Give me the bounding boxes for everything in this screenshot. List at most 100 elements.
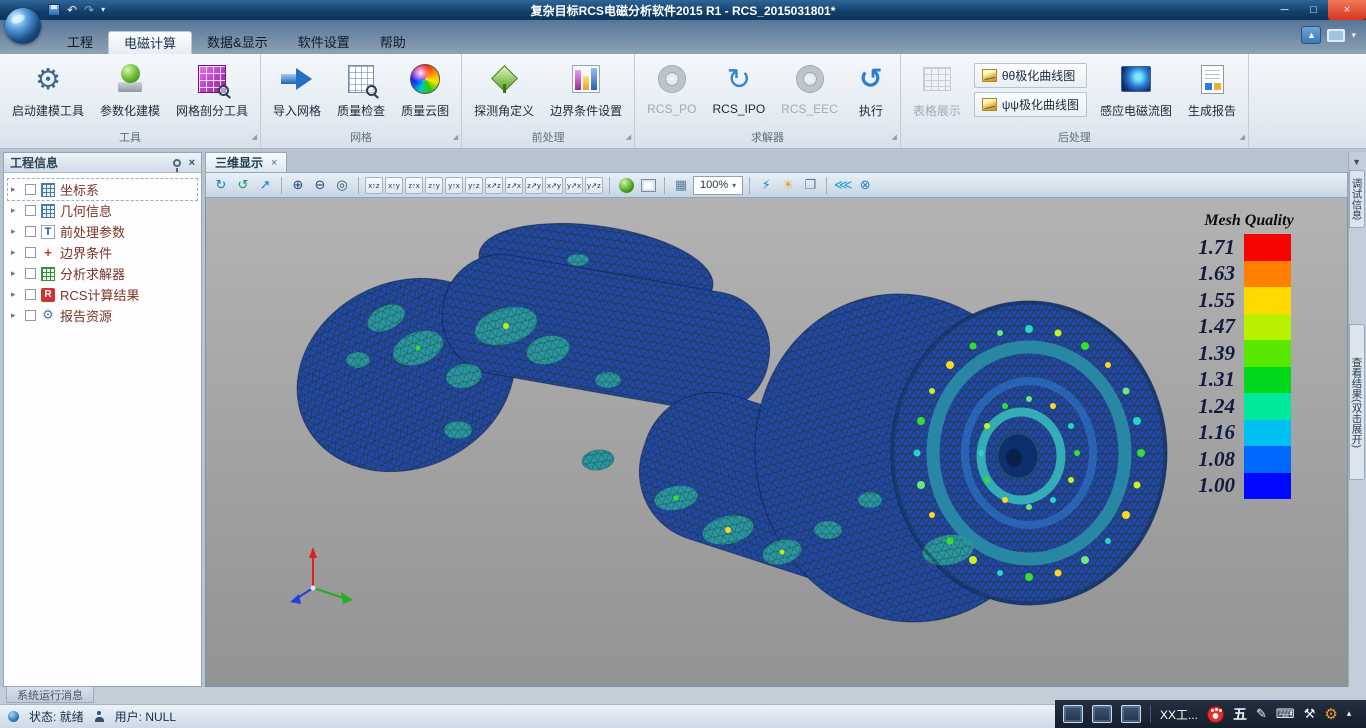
view-orientation-button[interactable]: x↗y bbox=[545, 177, 563, 194]
checkbox[interactable] bbox=[25, 289, 36, 300]
app-logo-icon[interactable] bbox=[5, 8, 41, 44]
view-orientation-button[interactable]: y↗z bbox=[585, 177, 603, 194]
rcs-ipo-button[interactable]: ↻ RCS_IPO bbox=[705, 57, 772, 116]
ime-paw-icon[interactable] bbox=[1207, 706, 1224, 723]
rcs-eec-button[interactable]: RCS_EEC bbox=[774, 57, 845, 116]
psi-polarization-curve-button[interactable]: ψψ极化曲线图 bbox=[974, 92, 1087, 117]
tray-expand-icon[interactable]: ▴ bbox=[1347, 709, 1352, 719]
view-orientation-button[interactable]: y↗x bbox=[565, 177, 583, 194]
import-mesh-button[interactable]: 导入网格 bbox=[266, 57, 328, 119]
rcs-po-button[interactable]: RCS_PO bbox=[640, 57, 703, 116]
parametric-modeling-button[interactable]: 参数化建模 bbox=[93, 57, 167, 119]
settings-gear-icon[interactable]: ⚙ bbox=[1324, 705, 1337, 723]
checkbox[interactable] bbox=[25, 310, 36, 321]
pin-icon[interactable] bbox=[173, 159, 181, 167]
view-orientation-button[interactable]: z↑x bbox=[405, 177, 423, 194]
launch-modeling-tool-button[interactable]: ⚙ 启动建模工具 bbox=[5, 57, 91, 119]
ime-keyboard-icon[interactable]: ⌨ bbox=[1276, 707, 1295, 722]
display-mode-icon[interactable] bbox=[1327, 29, 1345, 42]
tree-item-preprocess-params[interactable]: ▸ T 前处理参数 bbox=[8, 221, 197, 242]
tab-help[interactable]: 帮助 bbox=[365, 31, 421, 54]
zoom-level-select[interactable]: 100% ▾ bbox=[693, 176, 743, 195]
induced-current-map-button[interactable]: 感应电磁流图 bbox=[1093, 57, 1179, 119]
tab-data-display[interactable]: 数据&显示 bbox=[192, 31, 283, 54]
close-button[interactable]: × bbox=[1328, 0, 1366, 20]
side-tab-debug-info[interactable]: 调试信息 bbox=[1349, 170, 1365, 228]
light-icon[interactable]: ☀ bbox=[778, 175, 798, 195]
tree-item-analysis-solver[interactable]: ▸ 分析求解器 bbox=[8, 263, 197, 284]
tab-settings[interactable]: 软件设置 bbox=[283, 31, 365, 54]
tab-em-computation[interactable]: 电磁计算 bbox=[108, 31, 192, 54]
group-dialog-launcher-icon[interactable]: ◢ bbox=[891, 130, 896, 145]
view-orientation-button[interactable]: y↑x bbox=[445, 177, 463, 194]
maximize-button[interactable]: □ bbox=[1299, 0, 1328, 20]
expander-icon[interactable]: ▸ bbox=[11, 289, 20, 300]
checkbox[interactable] bbox=[25, 184, 36, 195]
theta-polarization-curve-button[interactable]: θθ极化曲线图 bbox=[974, 63, 1087, 88]
side-tab-view-results[interactable]: 查看结果(双击展开) bbox=[1349, 324, 1365, 480]
shaded-view-icon[interactable] bbox=[616, 175, 636, 195]
expander-icon[interactable]: ▸ bbox=[11, 310, 20, 321]
view-orientation-button[interactable]: y↑z bbox=[465, 177, 483, 194]
layers-icon[interactable]: ❐ bbox=[800, 175, 820, 195]
expander-icon[interactable]: ▸ bbox=[11, 268, 20, 279]
boundary-condition-button[interactable]: 边界条件设置 bbox=[543, 57, 629, 119]
execute-button[interactable]: ↺ 执行 bbox=[847, 57, 895, 119]
view-orientation-button[interactable]: x↑y bbox=[385, 177, 403, 194]
expander-icon[interactable]: ▸ bbox=[11, 226, 20, 237]
expander-icon[interactable]: ▸ bbox=[11, 247, 20, 258]
tab-row-menu-icon[interactable]: ▼ bbox=[1352, 157, 1361, 167]
checkbox[interactable] bbox=[25, 247, 36, 258]
mesh-partition-tool-button[interactable]: 网格剖分工具 bbox=[169, 57, 255, 119]
undo-icon[interactable]: ↶ bbox=[67, 0, 77, 20]
system-messages-tab[interactable]: 系统运行消息 bbox=[6, 687, 94, 703]
quality-check-button[interactable]: 质量检查 bbox=[330, 57, 392, 119]
group-dialog-launcher-icon[interactable]: ◢ bbox=[453, 130, 458, 145]
tree-item-report-resources[interactable]: ▸ ⚙ 报告资源 bbox=[8, 305, 197, 326]
taskbar-window-button[interactable] bbox=[1063, 705, 1083, 723]
taskbar-window-button[interactable] bbox=[1121, 705, 1141, 723]
grid-toggle-icon[interactable]: ▦ bbox=[671, 175, 691, 195]
generate-report-button[interactable]: 生成报告 bbox=[1181, 57, 1243, 119]
expander-icon[interactable]: ▸ bbox=[11, 184, 20, 195]
orbit-icon[interactable]: ↻ bbox=[211, 175, 231, 195]
ime-pen-icon[interactable]: ✎ bbox=[1256, 707, 1267, 722]
taskbar-window-button[interactable] bbox=[1092, 705, 1112, 723]
pointer-icon[interactable]: ↗ bbox=[255, 175, 275, 195]
probe-angle-button[interactable]: 探测角定义 bbox=[467, 57, 541, 119]
checkbox[interactable] bbox=[25, 226, 36, 237]
flash-render-icon[interactable]: ⚡ bbox=[756, 175, 776, 195]
ime-tools-icon[interactable]: ⚒ bbox=[1304, 707, 1316, 722]
tab-close-icon[interactable]: × bbox=[271, 157, 277, 169]
tree-item-coordinate-system[interactable]: ▸ 坐标系 bbox=[8, 179, 197, 200]
view-orientation-button[interactable]: z↗y bbox=[525, 177, 543, 194]
spin-icon[interactable]: ↺ bbox=[233, 175, 253, 195]
tree-item-boundary-conditions[interactable]: ▸ + 边界条件 bbox=[8, 242, 197, 263]
tab-project[interactable]: 工程 bbox=[52, 31, 108, 54]
checkbox[interactable] bbox=[25, 268, 36, 279]
close-view-icon[interactable]: ⊗ bbox=[855, 175, 875, 195]
ribbon-collapse-icon[interactable]: ▲ bbox=[1301, 26, 1321, 44]
tab-3d-display[interactable]: 三维显示 × bbox=[205, 152, 287, 172]
tree-item-rcs-results[interactable]: ▸ R RCS计算结果 bbox=[8, 284, 197, 305]
checkbox[interactable] bbox=[25, 205, 36, 216]
table-display-button[interactable]: 表格展示 bbox=[906, 57, 968, 119]
zoom-out-icon[interactable]: ⊖ bbox=[310, 175, 330, 195]
zoom-in-icon[interactable]: ⊕ bbox=[288, 175, 308, 195]
expander-icon[interactable]: ▸ bbox=[11, 205, 20, 216]
view-orientation-button[interactable]: z↑y bbox=[425, 177, 443, 194]
view-orientation-button[interactable]: z↗x bbox=[505, 177, 523, 194]
wireframe-view-icon[interactable] bbox=[638, 175, 658, 195]
save-icon[interactable] bbox=[48, 4, 60, 16]
share-view-icon[interactable]: ⋘ bbox=[833, 175, 853, 195]
tree-item-geometry-info[interactable]: ▸ 几何信息 bbox=[8, 200, 197, 221]
display-mode-caret-icon[interactable]: ▾ bbox=[1351, 30, 1356, 41]
viewport-3d-canvas[interactable]: Mesh Quality 1.71 1.63 1.55 1.47 1.39 1.… bbox=[205, 198, 1348, 687]
group-dialog-launcher-icon[interactable]: ◢ bbox=[626, 130, 631, 145]
panel-close-icon[interactable]: × bbox=[189, 158, 195, 168]
zoom-fit-icon[interactable]: ◎ bbox=[332, 175, 352, 195]
group-dialog-launcher-icon[interactable]: ◢ bbox=[252, 130, 257, 145]
redo-icon[interactable]: ↷ bbox=[84, 0, 94, 20]
minimize-button[interactable]: ─ bbox=[1270, 0, 1299, 20]
quality-contour-button[interactable]: 质量云图 bbox=[394, 57, 456, 119]
